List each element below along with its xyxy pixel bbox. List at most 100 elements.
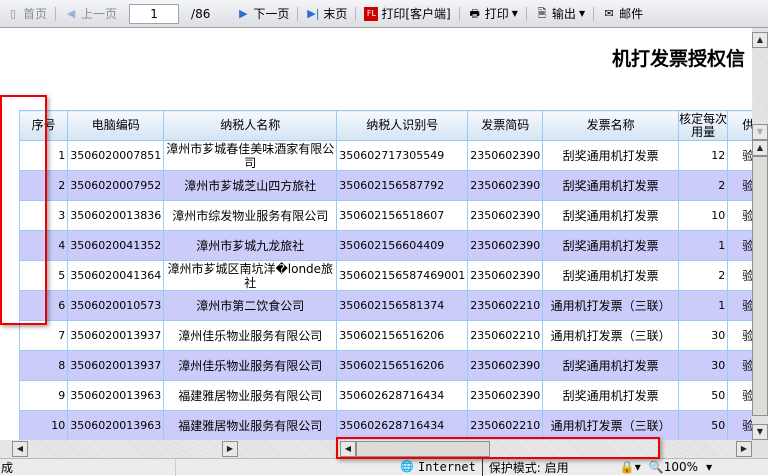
print-button[interactable]: 🖶 打印 ▼ [462,3,524,25]
status-text: 成 [1,460,14,475]
col-quota-cell: 30 [677,320,729,351]
col-serial-cell: 8 [18,350,69,381]
vertical-scrollbar[interactable]: ▲ ▼ [752,140,768,458]
col-computer-code-cell: 3506020010573 [67,290,165,321]
scroll-down-button[interactable]: ▼ [752,124,768,140]
col-taxpayer-id-cell: 350602628716434 [336,410,469,441]
left-horizontal-scrollbar[interactable]: ◀ ▶ [0,440,340,458]
vertical-scroll-thumb[interactable] [752,156,768,416]
print-client-button[interactable]: FL 打印[客户端] [358,3,456,25]
scroll-up-button[interactable]: ▲ [752,140,768,156]
col-taxpayer-id-cell: 350602156587469001 [336,260,469,291]
zone-label: Internet [418,460,476,474]
table-row: 9 3506020013963 福建雅居物业服务有限公司 35060262871643… [18,380,768,411]
col-taxpayer-name-cell: 漳州市芗城春佳美味酒家有限公司 [163,140,338,171]
security-icon[interactable]: 🔒▾ [620,460,641,474]
col-invoice-code-cell: 2350602210 [467,410,544,441]
col-taxpayer-name-cell: 漳州佳乐物业服务有限公司 [163,320,338,351]
scroll-up-button[interactable]: ▲ [752,32,768,48]
last-page-icon: ▶| [307,6,320,20]
col-taxpayer-id-header: 纳税人识别号 [336,110,469,141]
col-computer-code-header: 电脑编码 [67,110,165,141]
mail-button[interactable]: ✉ 邮件 [596,3,649,25]
col-invoice-name-cell: 刮奖通用机打发票 [542,260,679,291]
table-header-row: 序号 电脑编码 纳税人名称 纳税人识别号 发票简码 发票名称 核定每次用量供 [18,110,768,141]
envelope-icon: ✉ [604,6,614,20]
table-row: 5 3506020041364 漳州市芗城区南坑洋�londe旅社 350602156… [18,260,768,291]
table-row: 3 3506020013836 漳州市综发物业服务有限公司 3506021565186… [18,200,768,231]
col-taxpayer-name-cell: 漳州市第二饮食公司 [163,290,338,321]
col-quota-cell: 12 [677,140,729,171]
col-serial-cell: 7 [18,320,69,351]
table-row: 7 3506020013937 漳州佳乐物业服务有限公司 35060215651620… [18,320,768,351]
col-taxpayer-id-cell: 350602156604409 [336,230,469,261]
col-quota-cell: 50 [677,380,729,411]
col-computer-code-cell: 3506020013963 [67,410,165,441]
flash-print-icon: FL [364,6,379,21]
page-number-input[interactable]: 1 [129,3,180,24]
zoom-icon: 🔍 [648,460,664,474]
col-computer-code-cell: 3506020007952 [67,170,165,201]
col-quota-cell: 1 [677,230,729,261]
col-taxpayer-id-cell: 350602156581374 [336,290,469,321]
col-serial-cell: 9 [18,380,69,411]
last-page-button[interactable]: ▶| 末页 [300,3,353,25]
table-row: 8 3506020013937 漳州佳乐物业服务有限公司 35060215651620… [18,350,768,381]
globe-icon: 🌐 [400,460,414,473]
col-invoice-code-cell: 2350602390 [467,350,544,381]
scroll-left-button[interactable]: ◀ [12,441,28,457]
col-taxpayer-name-cell: 漳州市芗城区南坑洋�londe旅社 [163,260,338,291]
status-bar: 成 🌐 Internet 保护模式: 启用 🔒▾ 🔍 100% ▼ [0,458,768,476]
prev-page-button[interactable]: ◀ 上一页 [58,3,123,25]
col-invoice-code-cell: 2350602390 [467,230,544,261]
export-button[interactable]: 🗎 输出 ▼ [529,3,591,25]
col-invoice-name-cell: 刮奖通用机打发票 [542,380,679,411]
next-arrow-icon: ▶ [239,6,248,20]
col-taxpayer-id-cell: 350602717305549 [336,140,469,171]
first-page-icon: ▯ [9,6,17,20]
report-toolbar: ▯ 首页 ◀ 上一页 1 /86 ▶ 下一页 ▶| 末页 FL 打印[客户端] 🖶 打印 ▼ … [0,0,768,28]
prev-arrow-icon: ◀ [66,6,76,20]
invoice-table: 序号 电脑编码 纳税人名称 纳税人识别号 发票简码 发票名称 核定每次用量供 1 350602… [18,110,768,441]
status-panels [175,458,400,476]
col-taxpayer-name-cell: 漳州市芗城九龙旅社 [163,230,338,261]
zoom-dropdown-icon[interactable]: ▼ [706,463,712,472]
col-quota-cell: 2 [677,260,729,291]
col-invoice-name-cell: 通用机打发票（三联） [542,290,679,321]
col-taxpayer-id-cell: 350602156587792 [336,170,469,201]
col-invoice-code-cell: 2350602390 [467,200,544,231]
scroll-right-button[interactable]: ▶ [736,441,752,457]
scroll-right-button[interactable]: ▶ [222,441,238,457]
col-invoice-code-header: 发票简码 [467,110,544,141]
col-invoice-code-cell: 2350602390 [467,260,544,291]
col-taxpayer-name-header: 纳税人名称 [163,110,338,141]
scroll-down-button[interactable]: ▼ [752,424,768,440]
col-invoice-code-cell: 2350602210 [467,320,544,351]
col-taxpayer-name-cell: 福建雅居物业服务有限公司 [163,380,338,411]
col-quota-cell: 2 [677,170,729,201]
col-computer-code-cell: 3506020007851 [67,140,165,171]
highlight-box-scrollbar [336,437,660,459]
first-page-button[interactable]: ▯ 首页 [0,3,53,25]
col-invoice-name-cell: 通用机打发票（三联） [542,320,679,351]
zoom-level[interactable]: 100% [664,460,698,474]
separator [355,6,357,21]
separator [55,6,57,21]
dropdown-arrow-icon: ▼ [578,9,586,18]
col-quota-cell: 10 [677,200,729,231]
next-page-button[interactable]: ▶ 下一页 [230,3,295,25]
highlight-box-serial-column [0,95,47,325]
col-quota-cell: 50 [677,410,729,441]
col-serial-cell: 10 [18,410,69,441]
col-taxpayer-id-cell: 350602156516206 [336,320,469,351]
col-taxpayer-id-cell: 350602156518607 [336,200,469,231]
col-invoice-name-cell: 刮奖通用机打发票 [542,140,679,171]
col-computer-code-cell: 3506020041364 [67,260,165,291]
col-computer-code-cell: 3506020013963 [67,380,165,411]
col-invoice-name-cell: 刮奖通用机打发票 [542,200,679,231]
outer-vertical-scrollbar[interactable]: ▲ ▼ [752,28,768,140]
col-invoice-code-cell: 2350602390 [467,170,544,201]
col-invoice-name-cell: 刮奖通用机打发票 [542,350,679,381]
table-row: 6 3506020010573 漳州市第二饮食公司 350602156581374 23… [18,290,768,321]
col-invoice-name-header: 发票名称 [542,110,679,141]
